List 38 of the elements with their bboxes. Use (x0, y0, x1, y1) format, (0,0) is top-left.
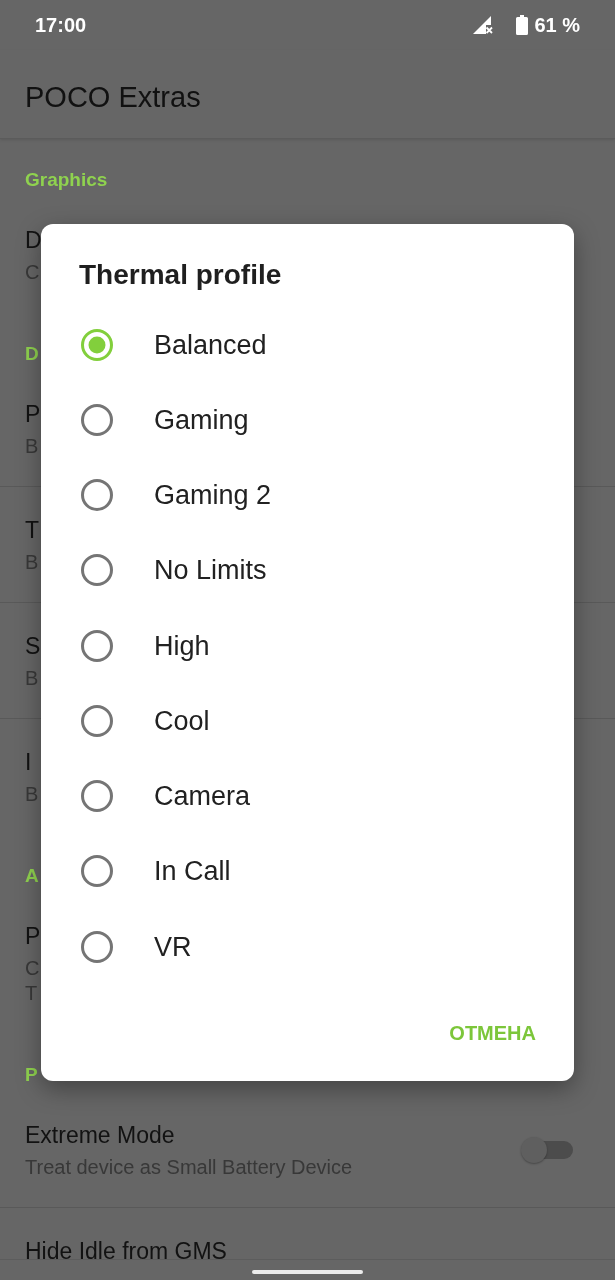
setting-title: Extreme Mode (25, 1121, 175, 1150)
setting-title: P (25, 922, 41, 951)
battery-percent: 61 % (534, 13, 580, 37)
section-header: A (25, 864, 39, 888)
home-handle[interactable] (252, 1270, 363, 1274)
option-label[interactable]: VR (154, 930, 192, 963)
radio-button[interactable] (81, 855, 113, 888)
option-label[interactable]: Balanced (154, 328, 267, 361)
setting-title: Hide Idle from GMS (25, 1237, 227, 1260)
toggle-switch[interactable] (521, 1136, 573, 1163)
radio-button[interactable] (81, 930, 113, 963)
section-header: Graphics (25, 168, 108, 192)
setting-title: S (25, 632, 41, 661)
option-label[interactable]: Gaming (154, 403, 249, 436)
app-title: POCO Extras (25, 80, 201, 115)
option-label[interactable]: In Call (154, 855, 231, 888)
option-label[interactable]: High (154, 629, 210, 662)
radio-button[interactable] (81, 704, 113, 737)
setting-title: P (25, 400, 41, 429)
dialog-title: Thermal profile (79, 258, 282, 292)
section-header: P (25, 1063, 38, 1087)
section-header: D (25, 342, 39, 366)
radio-button[interactable] (81, 328, 113, 361)
setting-title: I (25, 748, 32, 777)
radio-button[interactable] (81, 629, 113, 662)
setting-title: T (25, 516, 40, 545)
setting-title: D (25, 226, 42, 255)
option-label[interactable]: Camera (154, 780, 251, 813)
status-time: 17:00 (35, 13, 87, 37)
radio-button[interactable] (81, 479, 113, 512)
signal-off-icon (473, 16, 494, 34)
option-label[interactable]: Cool (154, 704, 210, 737)
option-label[interactable]: Gaming 2 (154, 479, 272, 512)
option-label[interactable]: No Limits (154, 554, 267, 587)
radio-button[interactable] (81, 554, 113, 587)
battery-icon (516, 15, 529, 35)
radio-button[interactable] (81, 780, 113, 813)
radio-button[interactable] (81, 403, 113, 436)
